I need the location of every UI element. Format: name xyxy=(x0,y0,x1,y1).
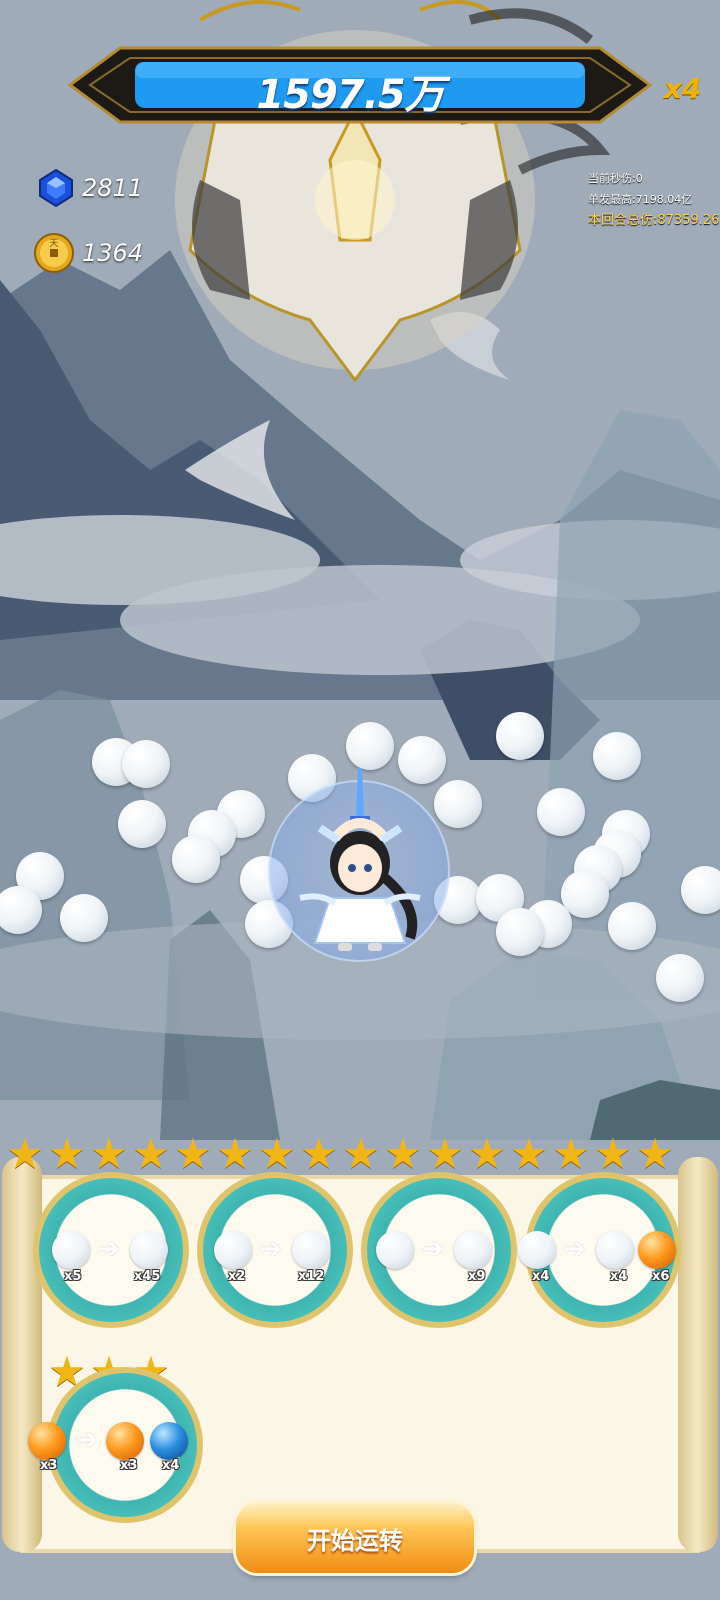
game-scene: 1597.5万 x4 2811 天 1364 当前秒伤:0 单发最高:7198.… xyxy=(0,0,720,1600)
star-icon: ★ xyxy=(300,1130,338,1177)
star-icon: ★ xyxy=(48,1130,86,1177)
spirit-ball xyxy=(608,902,656,950)
spirit-ball xyxy=(122,740,170,788)
scroll-rod-left xyxy=(2,1157,42,1552)
hero-character[interactable] xyxy=(290,768,430,968)
input-count: x3 xyxy=(40,1458,58,1473)
spirit-ball xyxy=(346,722,394,770)
input-count: x2 xyxy=(228,1269,246,1284)
max-single-hit: 单发最高:7198.04亿 xyxy=(588,193,693,206)
output-count: x45 xyxy=(134,1269,161,1284)
star-icon: ★ xyxy=(426,1130,464,1177)
white-spirit-ball-icon xyxy=(292,1231,330,1269)
damage-multiplier: x4 xyxy=(664,72,702,105)
spirit-ball xyxy=(434,780,482,828)
star-icon: ★ xyxy=(132,1130,170,1177)
white-spirit-ball-icon xyxy=(376,1231,414,1269)
arrow-right-icon: ➔ xyxy=(76,1424,98,1454)
gem-count: 2811 xyxy=(82,174,144,202)
spirit-ball xyxy=(656,954,704,1002)
spirit-ball xyxy=(496,712,544,760)
boss-hp-value: 1597.5万 xyxy=(256,72,444,118)
orange-spirit-ball-icon xyxy=(28,1422,66,1460)
output-count: x6 xyxy=(652,1269,670,1284)
star-icon: ★ xyxy=(636,1130,674,1177)
arrow-right-icon: ➔ xyxy=(564,1233,586,1263)
white-spirit-ball-icon xyxy=(518,1231,556,1269)
star-icon: ★ xyxy=(90,1130,128,1177)
star-icon: ★ xyxy=(552,1130,590,1177)
output-count: x12 xyxy=(298,1269,325,1284)
input-count: x4 xyxy=(532,1269,550,1284)
arrow-right-icon: ➔ xyxy=(260,1233,282,1263)
star-icon: ★ xyxy=(468,1130,506,1177)
white-spirit-ball-icon xyxy=(454,1231,492,1269)
current-dps: 当前秒伤:0 xyxy=(588,172,643,185)
start-rotation-button[interactable]: 开始运转 xyxy=(236,1503,474,1573)
spirit-ball xyxy=(172,835,220,883)
recipe-slot-4[interactable]: ➔ x4 x4 x6 xyxy=(518,1175,678,1325)
white-spirit-ball-icon xyxy=(214,1231,252,1269)
spirit-ball xyxy=(496,908,544,956)
gem-counter: 2811 xyxy=(36,168,143,208)
star-icon: ★ xyxy=(510,1130,548,1177)
recipe-slot-2[interactable]: ➔ x2 x12 xyxy=(200,1175,350,1325)
star-icon: ★ xyxy=(342,1130,380,1177)
output-count: x3 xyxy=(120,1458,138,1473)
coin-counter: 天 1364 xyxy=(32,231,143,275)
gold-coin-icon: 天 xyxy=(34,233,74,273)
star-icon: ★ xyxy=(384,1130,422,1177)
start-button-label: 开始运转 xyxy=(307,1526,403,1555)
orange-spirit-ball-icon xyxy=(638,1231,676,1269)
star-row-top: ★ ★ ★ ★ ★ ★ ★ ★ ★ ★ ★ ★ ★ ★ ★ ★ xyxy=(4,1133,676,1175)
scroll-rod-right xyxy=(678,1157,718,1552)
spirit-ball xyxy=(537,788,585,836)
white-spirit-ball-icon xyxy=(596,1231,634,1269)
orange-spirit-ball-icon xyxy=(106,1422,144,1460)
spirit-ball xyxy=(118,800,166,848)
spirit-ball xyxy=(60,894,108,942)
output-count: x4 xyxy=(610,1269,628,1284)
input-count: x5 xyxy=(64,1269,82,1284)
arrow-right-icon: ➔ xyxy=(98,1233,120,1263)
recipe-slot-5[interactable]: ➔ x3 x3 x4 xyxy=(28,1370,200,1520)
recipe-slot-3[interactable]: ➔ x9 xyxy=(364,1175,514,1325)
star-icon: ★ xyxy=(258,1130,296,1177)
damage-stats: 当前秒伤:0 单发最高:7198.04亿 本回合总伤:87359.26 xyxy=(588,168,719,231)
output-count: x4 xyxy=(162,1458,180,1473)
star-icon: ★ xyxy=(6,1130,44,1177)
blue-gem-icon xyxy=(39,168,73,208)
arrow-right-icon: ➔ xyxy=(422,1233,444,1263)
star-icon: ★ xyxy=(216,1130,254,1177)
spirit-ball xyxy=(593,732,641,780)
round-total-damage: 本回合总伤:87359.26 xyxy=(588,213,720,228)
white-spirit-ball-icon xyxy=(52,1231,90,1269)
white-spirit-ball-icon xyxy=(130,1231,168,1269)
coin-glyph: 天 xyxy=(49,239,58,249)
output-count: x9 xyxy=(468,1269,486,1284)
recipe-slot-1[interactable]: ➔ x5 x45 xyxy=(36,1175,186,1325)
star-icon: ★ xyxy=(594,1130,632,1177)
star-icon: ★ xyxy=(174,1130,212,1177)
coin-count: 1364 xyxy=(82,239,144,267)
blue-spirit-ball-icon xyxy=(150,1422,188,1460)
